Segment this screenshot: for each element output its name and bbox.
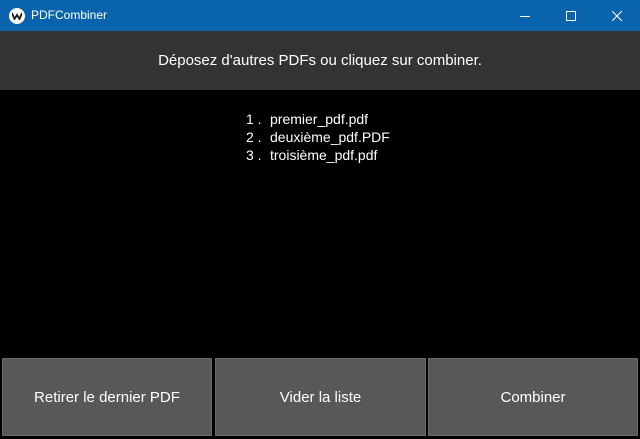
close-icon: [612, 10, 622, 21]
instruction-text: Déposez d'autres PDFs ou cliquez sur com…: [158, 52, 482, 69]
title-bar[interactable]: PDFCombiner: [0, 0, 640, 31]
list-item: 1 . premier_pdf.pdf: [246, 110, 390, 128]
file-name: troisième_pdf.pdf: [270, 147, 378, 163]
file-list: 1 . premier_pdf.pdf 2 . deuxième_pdf.PDF 3…: [246, 110, 390, 164]
app-window: PDFCombiner Déposez d'autres PDFs ou cli…: [0, 0, 640, 439]
list-item: 2 . deuxième_pdf.PDF: [246, 128, 390, 146]
file-name: premier_pdf.pdf: [270, 111, 369, 127]
list-item: 3 . troisième_pdf.pdf: [246, 146, 390, 164]
close-button[interactable]: [594, 0, 640, 31]
combine-button[interactable]: Combiner: [428, 358, 638, 436]
maximize-button[interactable]: [548, 0, 594, 31]
remove-last-pdf-button[interactable]: Retirer le dernier PDF: [2, 358, 212, 436]
clear-list-button[interactable]: Vider la liste: [215, 358, 426, 436]
file-index: 3 .: [246, 147, 262, 163]
instruction-banner: Déposez d'autres PDFs ou cliquez sur com…: [0, 31, 640, 90]
file-index: 1 .: [246, 111, 262, 127]
file-index: 2 .: [246, 129, 262, 145]
file-name: deuxième_pdf.PDF: [270, 129, 390, 145]
minimize-button[interactable]: [502, 0, 548, 31]
maximize-icon: [566, 10, 576, 21]
app-logo-icon: [9, 8, 25, 24]
window-title: PDFCombiner: [31, 8, 108, 22]
minimize-icon: [520, 15, 530, 17]
